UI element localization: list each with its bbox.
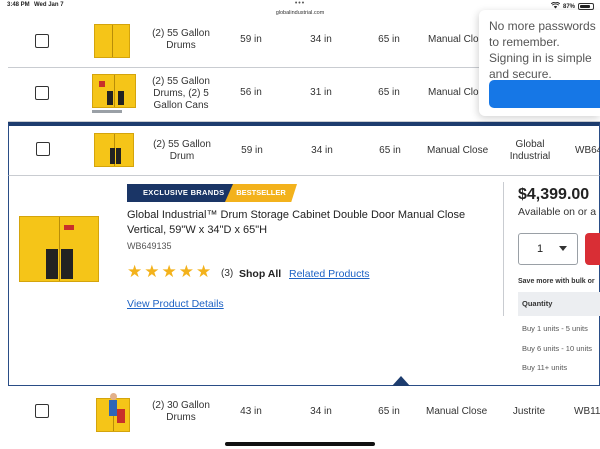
row-depth: 65 in bbox=[379, 145, 401, 156]
row-depth: 65 in bbox=[378, 87, 400, 98]
shop-all-label: Shop All bbox=[239, 268, 282, 280]
row-sku: WB64 bbox=[575, 145, 600, 156]
product-thumbnail[interactable] bbox=[90, 22, 134, 60]
battery-icon bbox=[578, 3, 594, 10]
passkey-popup: No more passwords to remember. Signing i… bbox=[479, 10, 600, 116]
row-brand: Justrite bbox=[512, 406, 546, 417]
row-height: 56 in bbox=[240, 87, 262, 98]
checkbox-icon[interactable] bbox=[35, 404, 49, 418]
row-door: Manual Clos bbox=[428, 87, 482, 98]
view-product-details-link[interactable]: View Product Details bbox=[127, 298, 224, 310]
product-thumbnail[interactable] bbox=[91, 130, 137, 170]
battery-percent: 87% bbox=[562, 3, 575, 10]
row-door: Manual Clos bbox=[428, 34, 482, 45]
product-price: $4,399.00 bbox=[518, 186, 590, 203]
popup-action-button[interactable] bbox=[489, 80, 600, 108]
row-width: 34 in bbox=[310, 34, 332, 45]
row-width: 31 in bbox=[310, 87, 332, 98]
add-to-cart-button[interactable] bbox=[585, 233, 600, 265]
product-detail-panel: EXCLUSIVE BRANDS BESTSELLER Global Indus… bbox=[8, 176, 600, 386]
row-door: Manual Close bbox=[427, 145, 489, 156]
detail-pointer bbox=[392, 376, 410, 386]
quantity-tier: Buy 1 units - 5 units bbox=[522, 324, 588, 333]
row-depth: 65 in bbox=[378, 406, 400, 417]
row-height: 59 in bbox=[240, 34, 262, 45]
quantity-tier: Buy 6 units - 10 units bbox=[522, 344, 593, 353]
row-height: 59 in bbox=[241, 145, 263, 156]
product-thumbnail[interactable] bbox=[92, 390, 136, 434]
divider bbox=[503, 182, 504, 316]
checkbox-icon[interactable] bbox=[36, 142, 50, 156]
bestseller-badge: BESTSELLER bbox=[225, 184, 297, 202]
product-image[interactable] bbox=[17, 212, 101, 286]
chevron-down-icon bbox=[559, 246, 567, 251]
review-count[interactable]: (3) bbox=[221, 268, 233, 279]
row-width: 34 in bbox=[310, 406, 332, 417]
row-door: Manual Close bbox=[426, 406, 488, 417]
checkbox-icon[interactable] bbox=[35, 34, 49, 48]
product-thumbnail[interactable] bbox=[90, 72, 138, 116]
row-description: (2) 55 Gallon Drum bbox=[153, 139, 211, 162]
exclusive-brands-badge: EXCLUSIVE BRANDS bbox=[127, 184, 243, 202]
quantity-tier: Buy 11+ units bbox=[522, 363, 568, 372]
multitask-dots[interactable]: ••• bbox=[0, 0, 600, 7]
star-icon: ★ bbox=[144, 262, 160, 281]
star-icon: ★ bbox=[196, 262, 212, 281]
bulk-order-note: Save more with bulk or bbox=[518, 278, 595, 285]
table-row: (2) 30 Gallon Drums 43 in 34 in 65 in Ma… bbox=[8, 386, 600, 436]
table-row-selected: (2) 55 Gallon Drum 59 in 34 in 65 in Man… bbox=[8, 122, 600, 176]
row-description: (2) 55 Gallon Drums bbox=[152, 28, 210, 51]
quantity-select[interactable]: 1 bbox=[518, 233, 578, 265]
star-icon: ★ bbox=[127, 262, 143, 281]
row-description: (2) 55 Gallon Drums, (2) 5 Gallon Cans bbox=[152, 76, 210, 111]
row-height: 43 in bbox=[240, 406, 262, 417]
home-indicator[interactable] bbox=[225, 442, 375, 446]
row-description: (2) 30 Gallon Drums bbox=[152, 400, 210, 423]
checkbox-icon[interactable] bbox=[35, 86, 49, 100]
related-products-link[interactable]: Related Products bbox=[289, 268, 370, 280]
row-depth: 65 in bbox=[378, 34, 400, 45]
availability-text: Available on or a bbox=[518, 206, 597, 218]
quantity-value: 1 bbox=[537, 243, 544, 255]
row-brand: Global Industrial bbox=[509, 139, 551, 162]
star-icon: ★ bbox=[161, 262, 177, 281]
star-icon: ★ bbox=[178, 262, 194, 281]
product-title[interactable]: Global Industrial™ Drum Storage Cabinet … bbox=[127, 208, 497, 238]
popup-message: No more passwords to remember. Signing i… bbox=[489, 19, 596, 81]
product-sku: WB649135 bbox=[127, 241, 172, 251]
row-width: 34 in bbox=[311, 145, 333, 156]
row-sku: WB11 bbox=[574, 406, 600, 417]
quantity-tier-header: Quantity bbox=[518, 292, 600, 316]
rating-stars[interactable]: ★ ★ ★ ★ ★ bbox=[127, 263, 211, 281]
